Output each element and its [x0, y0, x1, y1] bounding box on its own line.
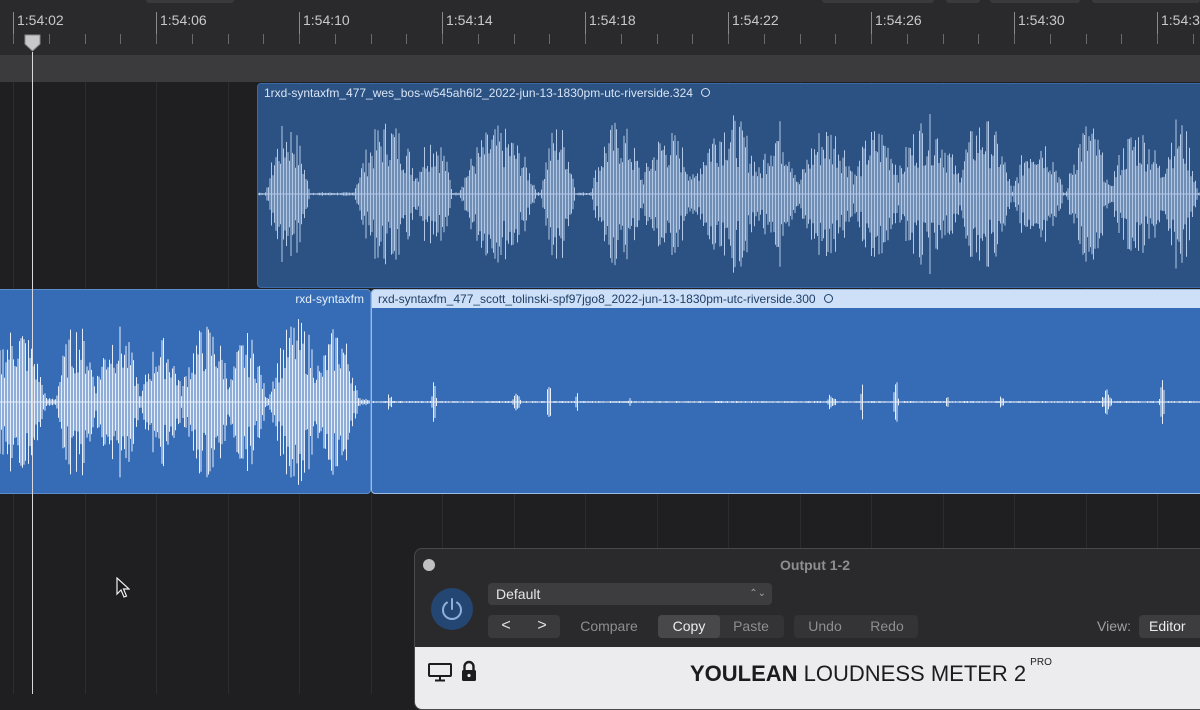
redo-button[interactable]: Redo [856, 615, 918, 638]
mouse-pointer-icon [116, 577, 130, 598]
brand-product: LOUDNESS METER 2 [797, 661, 1027, 686]
preset-value: Default [496, 586, 541, 602]
marker-strip[interactable] [0, 55, 1200, 82]
preset-nav: < > [488, 615, 560, 638]
playhead-line[interactable] [32, 52, 33, 694]
compare-button[interactable]: Compare [572, 615, 646, 638]
paste-button[interactable]: Paste [720, 615, 782, 638]
power-icon [442, 598, 462, 620]
toolbar-stub [990, 0, 1080, 3]
waveform [0, 319, 370, 485]
toolbar-stub [146, 0, 234, 3]
waveform [372, 380, 1200, 424]
ruler-tick-label: 1:54:30 [1018, 12, 1065, 28]
ruler-tick-label: 1:54:26 [875, 12, 922, 28]
brand-name: YOULEAN [690, 661, 798, 686]
playhead-marker-icon[interactable] [24, 34, 41, 52]
ruler-tick-label: 1:54:18 [589, 12, 636, 28]
ruler-tick-label: 1:54:3 [1161, 12, 1200, 28]
chevron-updown-icon: ⌃⌄ [749, 588, 766, 599]
waveform [258, 114, 1200, 274]
preset-select[interactable]: Default ⌃⌄ [488, 583, 772, 605]
ruler-tick-label: 1:54:22 [732, 12, 779, 28]
prev-preset-button[interactable]: < [488, 615, 524, 638]
toolbar-stub [1092, 0, 1200, 3]
audio-region-scott-tolinski[interactable]: rxd-syntaxfm_477_scott_tolinski-spf97jgo… [371, 289, 1200, 494]
brand-logo: YOULEAN LOUDNESS METER 2 PRO [690, 657, 1052, 687]
undo-button[interactable]: Undo [794, 615, 856, 638]
toolbar-stub [822, 0, 934, 3]
ruler-tick-label: 1:54:14 [446, 12, 493, 28]
audio-region-wes-bos[interactable]: 1rxd-syntaxfm_477_wes_bos-w545ah6l2_2022… [257, 83, 1200, 288]
view-select[interactable]: Editor [1139, 615, 1200, 638]
copy-button[interactable]: Copy [658, 615, 720, 638]
brand-edition: PRO [1030, 657, 1052, 668]
audio-region-syntaxfm[interactable]: rxd-syntaxfm [0, 289, 371, 494]
ruler-tick-label: 1:54:10 [303, 12, 350, 28]
power-button[interactable] [431, 588, 473, 630]
view-label: View: [1097, 618, 1131, 634]
next-preset-button[interactable]: > [524, 615, 560, 638]
timeline-ruler[interactable]: 1:54:02 1:54:06 1:54:10 1:54:14 1:54:18 … [0, 0, 1200, 55]
lock-icon[interactable] [460, 660, 478, 682]
ruler-tick-label: 1:54:02 [17, 12, 64, 28]
ruler-tick-label: 1:54:06 [160, 12, 207, 28]
monitor-icon[interactable] [427, 662, 453, 682]
toolbar-stub [946, 0, 980, 3]
plugin-window[interactable]: Output 1-2 Default ⌃⌄ < > Compare Copy P… [414, 548, 1200, 710]
plugin-window-title: Output 1-2 [780, 557, 850, 573]
